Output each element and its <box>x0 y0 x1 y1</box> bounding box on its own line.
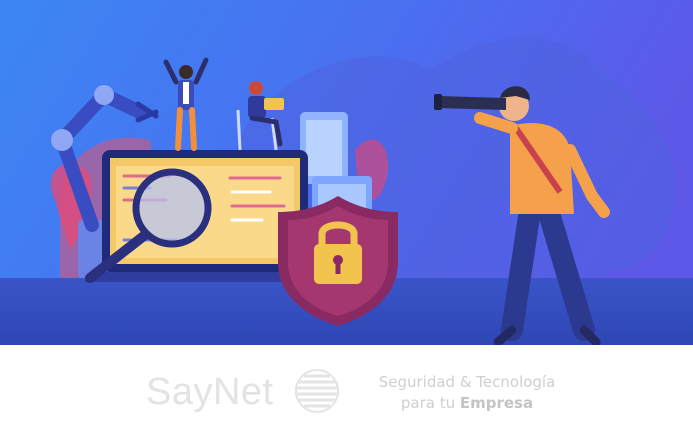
tagline-text-4: Empresa <box>459 394 534 412</box>
saynet-globe-icon <box>295 369 339 413</box>
banner: SayNet Seguridad & Tecnología para tu Em… <box>0 0 693 421</box>
brand-name: SayNet <box>146 370 274 413</box>
tagline-line-2: para tu Empresa <box>362 393 572 414</box>
tagline-text-2: Tecnología <box>476 373 556 391</box>
tagline-text-1: Seguridad & <box>378 373 477 391</box>
tagline: Seguridad & Tecnología para tu Empresa <box>362 372 572 414</box>
footer-bar <box>0 345 693 421</box>
brand-logo-text: SayNet <box>146 370 274 414</box>
tagline-text-3: para tu <box>400 394 460 412</box>
hero-illustration <box>0 0 693 345</box>
tagline-line-1: Seguridad & Tecnología <box>362 372 572 393</box>
